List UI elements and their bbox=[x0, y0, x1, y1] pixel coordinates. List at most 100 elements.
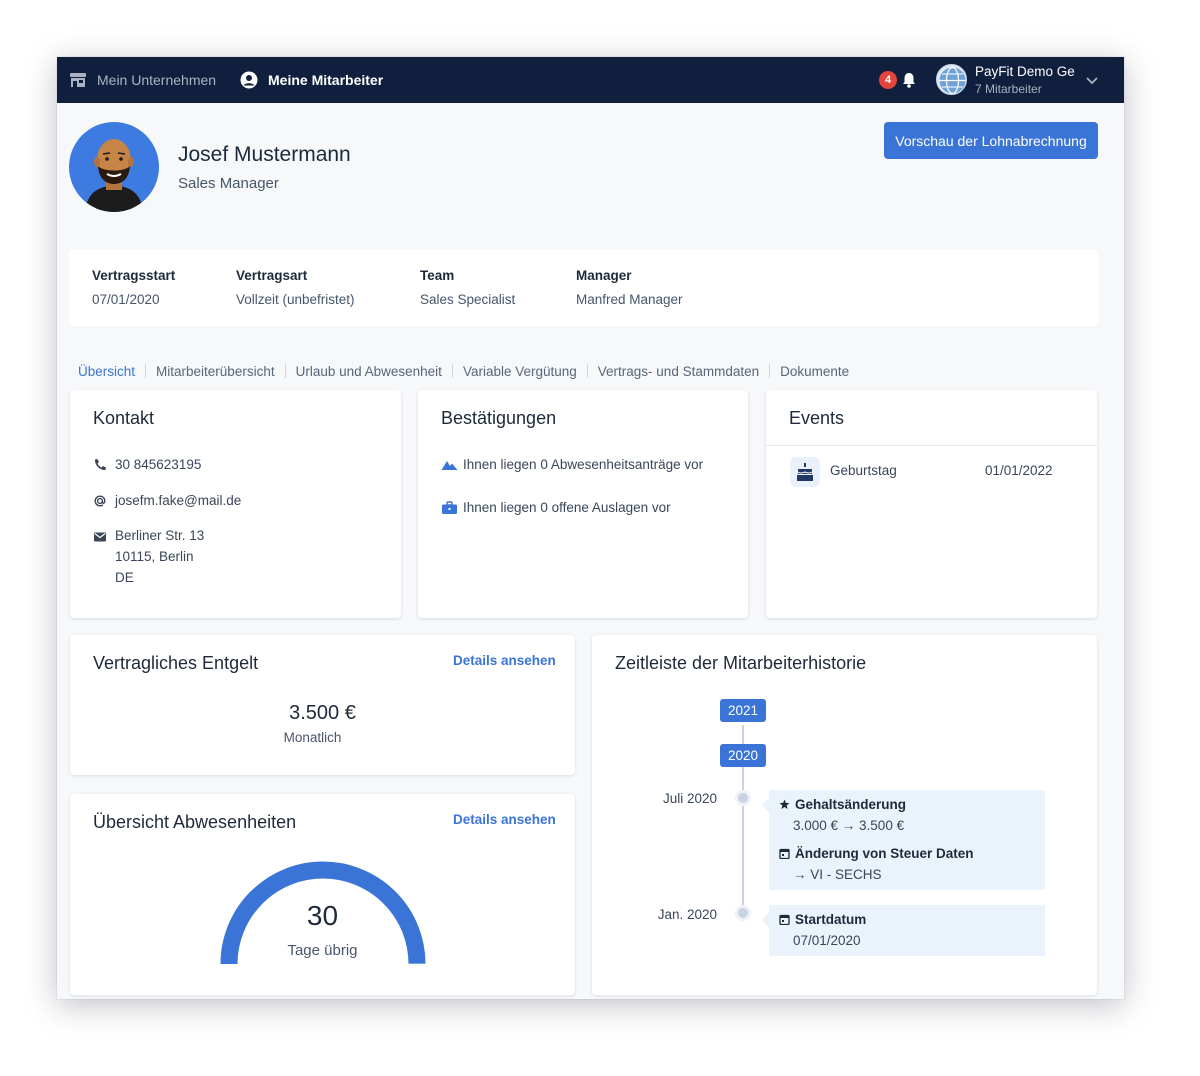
timeline-entry-title: Startdatum bbox=[795, 912, 867, 927]
store-icon bbox=[70, 73, 86, 87]
user-circle-icon bbox=[240, 71, 258, 89]
timeline-entry-title-row: Startdatum bbox=[779, 912, 866, 927]
address-country: DE bbox=[115, 570, 134, 585]
contract-type-label: Vertragsart bbox=[236, 268, 308, 283]
days-left-value: 30 bbox=[306, 900, 339, 931]
timeline-entry: Änderung von Steuer Daten → VI - SECHS bbox=[779, 846, 974, 882]
contact-address: Berliner Str. 13 10115, Berlin DE bbox=[93, 528, 204, 588]
year-pill-2020[interactable]: 2020 bbox=[720, 744, 766, 767]
contract-start-value: 07/01/2020 bbox=[92, 292, 160, 307]
absence-requests-text: Ihnen liegen 0 Abwesenheitsanträge vor bbox=[463, 457, 704, 472]
timeline-entry-title: Gehaltsänderung bbox=[795, 797, 907, 812]
contact-phone-value: 30 845623195 bbox=[115, 457, 202, 472]
nav-my-company-label: Mein Unternehmen bbox=[97, 72, 217, 88]
salary-period: Monatlich bbox=[283, 730, 342, 745]
absences-title: Übersicht Abwesenheiten bbox=[93, 812, 297, 832]
timeline-entry-detail: 3.000 € → 3.500 € bbox=[793, 818, 905, 833]
nav-my-employees[interactable]: Meine Mitarbeiter bbox=[240, 57, 383, 103]
employee-tabs: Übersicht Mitarbeiterübersicht Urlaub un… bbox=[78, 360, 849, 382]
tab-variable-pay[interactable]: Variable Vergütung bbox=[463, 364, 577, 379]
contact-card: Kontakt 30 845623195 josefm.fake@mail.de… bbox=[70, 390, 401, 618]
employee-avatar bbox=[69, 122, 159, 212]
contract-start: Vertragsstart 07/01/2020 bbox=[92, 268, 175, 307]
year-pill-2021[interactable]: 2021 bbox=[720, 699, 766, 722]
events-card: Events Geburtstag 01/01/2022 bbox=[766, 390, 1097, 618]
salary-details-link[interactable]: Details ansehen bbox=[453, 653, 556, 668]
app-window: Mein Unternehmen Meine Mitarbeiter 4 Pay… bbox=[57, 57, 1124, 999]
timeline-event-group: Startdatum 07/01/2020 bbox=[762, 905, 1045, 956]
absence-requests-row[interactable]: Ihnen liegen 0 Abwesenheitsanträge vor bbox=[441, 457, 703, 472]
contract-team-value: Sales Specialist bbox=[420, 292, 516, 307]
timeline-title: Zeitleiste der Mitarbeiterhistorie bbox=[615, 653, 867, 673]
contact-phone[interactable]: 30 845623195 bbox=[93, 457, 201, 472]
salary-amount: 3.500 € bbox=[289, 702, 356, 724]
contract-team: Team Sales Specialist bbox=[420, 268, 515, 307]
nav-my-employees-label: Meine Mitarbeiter bbox=[268, 72, 384, 88]
timeline-dot bbox=[735, 905, 751, 921]
calendar-icon bbox=[779, 848, 790, 859]
contract-start-label: Vertragsstart bbox=[92, 268, 176, 283]
mountain-icon bbox=[441, 461, 458, 470]
timeline-entry: Gehaltsänderung 3.000 € → 3.500 € bbox=[779, 797, 906, 833]
contact-address-block: Berliner Str. 13 10115, Berlin DE bbox=[115, 525, 204, 588]
events-divider bbox=[766, 445, 1097, 446]
timeline-entry-title: Änderung von Steuer Daten bbox=[795, 846, 974, 861]
company-avatar[interactable] bbox=[936, 64, 967, 95]
absences-card: Übersicht Abwesenheiten Details ansehen … bbox=[70, 794, 575, 995]
timeline-entry-detail: 07/01/2020 bbox=[793, 933, 861, 948]
tab-divider bbox=[145, 364, 147, 378]
contract-team-label: Team bbox=[420, 268, 455, 283]
event-icon-box bbox=[790, 457, 820, 487]
at-icon bbox=[94, 495, 106, 507]
tab-divider bbox=[769, 364, 771, 378]
timeline-entry: Startdatum 07/01/2020 bbox=[779, 912, 866, 948]
salary-title: Vertragliches Entgelt bbox=[93, 653, 259, 673]
tab-overview[interactable]: Übersicht bbox=[78, 364, 135, 379]
address-street: Berliner Str. 13 bbox=[115, 528, 205, 543]
confirmations-title: Bestätigungen bbox=[441, 408, 557, 428]
events-title: Events bbox=[789, 408, 845, 428]
absences-details-link[interactable]: Details ansehen bbox=[453, 812, 556, 827]
notification-badge[interactable]: 4 bbox=[879, 71, 897, 89]
employee-name: Josef Mustermann bbox=[178, 143, 351, 166]
tab-contract-data[interactable]: Vertrags- und Stammdaten bbox=[598, 364, 759, 379]
top-navigation: Mein Unternehmen Meine Mitarbeiter 4 Pay… bbox=[57, 57, 1124, 103]
contract-type: Vertragsart Vollzeit (unbefristet) bbox=[236, 268, 355, 307]
event-label: Geburtstag bbox=[830, 463, 897, 478]
star-icon bbox=[779, 799, 790, 809]
employee-role: Sales Manager bbox=[178, 175, 279, 192]
tab-vacation-absence[interactable]: Urlaub und Abwesenheit bbox=[296, 364, 442, 379]
timeline-dot bbox=[735, 790, 751, 806]
days-left-label: Tage übrig bbox=[287, 942, 358, 959]
tab-employee-overview[interactable]: Mitarbeiterübersicht bbox=[156, 364, 275, 379]
salary-card: Vertragliches Entgelt Details ansehen 3.… bbox=[70, 635, 575, 775]
account-employee-count: 7 Mitarbeiter bbox=[975, 82, 1042, 96]
event-date: 01/01/2022 bbox=[985, 463, 1053, 478]
tab-divider bbox=[284, 364, 286, 378]
tab-divider bbox=[586, 364, 588, 378]
timeline-entry-title-row: Änderung von Steuer Daten bbox=[779, 846, 974, 861]
address-city: 10115, Berlin bbox=[115, 549, 194, 564]
bell-icon[interactable] bbox=[900, 71, 918, 89]
tab-divider bbox=[451, 364, 453, 378]
contact-email-value: josefm.fake@mail.de bbox=[115, 493, 242, 508]
calendar-icon bbox=[779, 914, 790, 925]
payslip-preview-button[interactable]: Vorschau der Lohnabrechnung bbox=[884, 122, 1098, 159]
contract-manager-value: Manfred Manager bbox=[576, 292, 683, 307]
history-timeline-card: Zeitleiste der Mitarbeiterhistorie 2021 … bbox=[592, 635, 1097, 995]
tab-documents[interactable]: Dokumente bbox=[780, 364, 849, 379]
chevron-down-icon[interactable] bbox=[1084, 72, 1100, 88]
contact-email[interactable]: josefm.fake@mail.de bbox=[93, 493, 241, 508]
timeline-entry-title-row: Gehaltsänderung bbox=[779, 797, 906, 812]
timeline-event-group: Gehaltsänderung 3.000 € → 3.500 € Änderu… bbox=[762, 790, 1045, 890]
briefcase-icon bbox=[442, 501, 457, 514]
expenses-text: Ihnen liegen 0 offene Auslagen vor bbox=[463, 500, 671, 515]
cake-icon bbox=[797, 463, 813, 481]
contact-title: Kontakt bbox=[93, 408, 155, 428]
expenses-row[interactable]: Ihnen liegen 0 offene Auslagen vor bbox=[441, 500, 671, 515]
account-name[interactable]: PayFit Demo Ge bbox=[975, 64, 1075, 79]
phone-icon bbox=[94, 459, 106, 471]
nav-my-company[interactable]: Mein Unternehmen bbox=[69, 57, 216, 103]
mail-icon bbox=[94, 532, 106, 542]
timeline-date: Juli 2020 bbox=[662, 791, 717, 806]
